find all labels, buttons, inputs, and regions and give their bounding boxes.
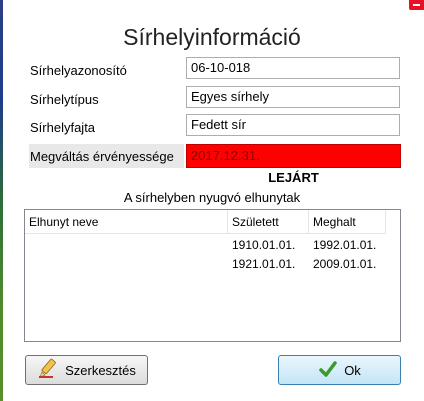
ok-button[interactable]: Ok xyxy=(278,355,401,385)
column-header-born[interactable]: Született xyxy=(228,210,309,234)
deceased-list-header: Elhunyt neve Született Meghalt xyxy=(25,210,400,234)
checkmark-icon xyxy=(318,359,338,382)
window-title: Sírhelyinformáció xyxy=(123,24,301,50)
close-icon xyxy=(413,4,420,6)
expiry-status: LEJÁRT xyxy=(268,170,319,185)
deceased-died: 2009.01.01. xyxy=(313,257,377,271)
grave-type-label: Sírhelytípus xyxy=(30,92,99,107)
deceased-list[interactable]: Elhunyt neve Született Meghalt 1910.01.0… xyxy=(24,209,401,342)
deceased-died: 1992.01.01. xyxy=(313,238,377,252)
deceased-born: 1910.01.01. xyxy=(232,238,296,252)
column-header-died[interactable]: Meghalt xyxy=(309,210,386,234)
column-header-name[interactable]: Elhunyt neve xyxy=(25,210,228,234)
edit-button-label: Szerkesztés xyxy=(65,362,136,378)
deceased-row[interactable]: 1921.01.01. 2009.01.01. xyxy=(25,255,400,273)
expiry-date-field[interactable]: 2017.12.31. xyxy=(186,144,401,168)
ok-button-label: Ok xyxy=(344,362,361,378)
grave-id-label: Sírhelyazonosító xyxy=(30,63,127,78)
deceased-section-title: A sírhelyben nyugvó elhunytak xyxy=(123,190,301,205)
deceased-born: 1921.01.01. xyxy=(232,257,296,271)
close-window-button[interactable] xyxy=(409,0,424,10)
grave-kind-label: Sírhelyfajta xyxy=(30,120,96,135)
grave-kind-field[interactable]: Fedett sír xyxy=(186,114,400,136)
expiry-label: Megváltás érvényessége xyxy=(30,149,174,164)
grave-id-field[interactable]: 06-10-018 xyxy=(186,57,400,79)
grave-type-field[interactable]: Egyes sírhely xyxy=(186,86,400,108)
pencil-icon xyxy=(37,358,59,383)
deceased-row[interactable]: 1910.01.01. 1992.01.01. xyxy=(25,236,400,254)
edit-button[interactable]: Szerkesztés xyxy=(25,355,148,385)
